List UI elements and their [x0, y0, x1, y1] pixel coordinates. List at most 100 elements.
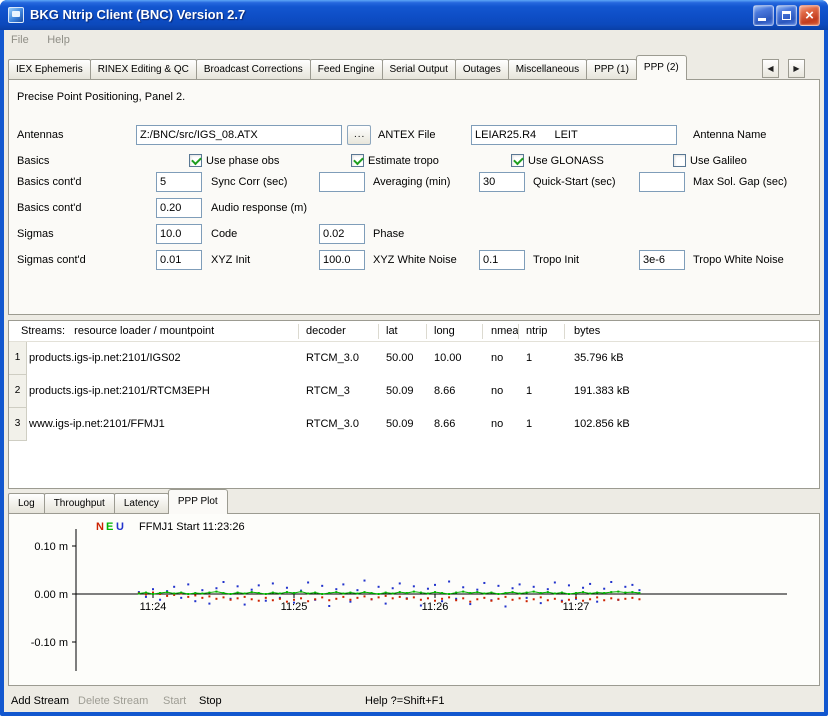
point-U — [187, 583, 189, 585]
tropo-white-noise-input[interactable] — [639, 250, 685, 270]
tab-broadcast-corrections[interactable]: Broadcast Corrections — [196, 59, 311, 79]
point-U — [307, 581, 309, 583]
point-N — [434, 600, 436, 602]
point-E — [378, 593, 380, 595]
tab-log[interactable]: Log — [8, 493, 45, 513]
tab-ppp-2[interactable]: PPP (2) — [636, 55, 687, 80]
sigma-code-input[interactable] — [156, 224, 202, 244]
client-area: File Help IEX Ephemeris RINEX Editing & … — [4, 30, 824, 712]
tab-scroll-right-button[interactable]: ▶ — [788, 59, 805, 78]
max-sol-gap-input[interactable] — [639, 172, 685, 192]
tropo-init-input[interactable] — [479, 250, 525, 270]
point-U — [342, 583, 344, 585]
tab-latency[interactable]: Latency — [114, 493, 169, 513]
point-N — [631, 597, 633, 599]
browse-button[interactable]: ... — [347, 125, 371, 145]
point-N — [519, 597, 521, 599]
point-E — [328, 592, 330, 594]
tab-serial-output[interactable]: Serial Output — [382, 59, 456, 79]
cell-lat: 50.00 — [386, 342, 414, 375]
close-button[interactable]: × — [799, 5, 820, 26]
point-U — [413, 585, 415, 587]
table-row[interactable]: products.igs-ip.net:2101/IGS02 RTCM_3.0 … — [9, 342, 819, 375]
point-U — [399, 582, 401, 584]
menu-file[interactable]: File — [4, 31, 36, 49]
tab-throughput[interactable]: Throughput — [44, 493, 115, 513]
bottom-tabbar: Log Throughput Latency PPP Plot — [8, 489, 228, 514]
point-U — [540, 602, 542, 604]
point-E — [244, 593, 246, 595]
point-N — [568, 599, 570, 601]
point-E — [173, 593, 175, 595]
point-E — [230, 593, 232, 595]
sigmas-row: Sigmas Code Phase — [9, 224, 819, 244]
xyz-white-noise-input[interactable] — [319, 250, 365, 270]
xyz-init-label: XYZ Init — [211, 250, 250, 270]
point-N — [223, 596, 225, 598]
use-galileo-checkbox[interactable] — [673, 154, 686, 167]
basics-row: Basics Use phase obs Estimate tropo Use … — [9, 151, 819, 171]
cell-mountpoint: products.igs-ip.net:2101/IGS02 — [29, 342, 181, 375]
menu-help[interactable]: Help — [40, 31, 77, 49]
sync-corr-input[interactable] — [156, 172, 202, 192]
point-U — [385, 603, 387, 605]
antenna-name-input[interactable] — [471, 125, 677, 145]
tab-scroll-left-button[interactable]: ◀ — [762, 59, 779, 78]
quick-start-input[interactable] — [479, 172, 525, 192]
delete-stream-button[interactable]: Delete Stream — [75, 690, 151, 712]
add-stream-button[interactable]: Add Stream — [8, 690, 72, 712]
point-E — [589, 593, 591, 595]
use-phase-obs-checkbox[interactable] — [189, 154, 202, 167]
tropo-white-noise-label: Tropo White Noise — [693, 250, 784, 270]
maximize-button[interactable] — [776, 5, 797, 26]
cell-lat: 50.09 — [386, 375, 414, 408]
point-E — [512, 591, 514, 593]
point-E — [596, 592, 598, 594]
tab-rinex-editing-qc[interactable]: RINEX Editing & QC — [90, 59, 197, 79]
header-separator — [518, 324, 519, 339]
app-icon — [8, 7, 24, 23]
antenna-name-label: Antenna Name — [693, 125, 766, 145]
app-window: BKG Ntrip Client (BNC) Version 2.7 × Fil… — [0, 0, 828, 716]
xyz-init-input[interactable] — [156, 250, 202, 270]
minimize-button[interactable] — [753, 5, 774, 26]
point-U — [526, 597, 528, 599]
sigma-phase-input[interactable] — [319, 224, 365, 244]
help-hint: Help ?=Shift+F1 — [365, 690, 445, 712]
use-glonass-checkbox[interactable] — [511, 154, 524, 167]
menubar: File Help — [4, 30, 824, 52]
point-E — [300, 591, 302, 593]
point-E — [462, 591, 464, 593]
audio-response-input[interactable] — [156, 198, 202, 218]
tab-ppp-plot[interactable]: PPP Plot — [168, 489, 228, 514]
antennas-label: Antennas — [17, 125, 63, 145]
audio-response-label: Audio response (m) — [211, 198, 307, 218]
left-arrow-icon: ◀ — [767, 64, 773, 73]
antex-file-input[interactable] — [136, 125, 342, 145]
stop-button[interactable]: Stop — [196, 690, 225, 712]
titlebar[interactable]: BKG Ntrip Client (BNC) Version 2.7 × — [0, 0, 828, 30]
table-row[interactable]: www.igs-ip.net:2101/FFMJ1 RTCM_3.0 50.09… — [9, 408, 819, 441]
point-N — [349, 599, 351, 601]
tab-rinex-ephemeris[interactable]: IEX Ephemeris — [8, 59, 91, 79]
column-header-ntrip: ntrip — [526, 321, 547, 341]
point-E — [610, 591, 612, 593]
table-row[interactable]: products.igs-ip.net:2101/RTCM3EPH RTCM_3… — [9, 375, 819, 408]
cell-nmea: no — [491, 408, 503, 441]
point-E — [582, 591, 584, 593]
point-U — [497, 585, 499, 587]
point-N — [321, 596, 323, 598]
cell-decoder: RTCM_3.0 — [306, 408, 359, 441]
point-E — [399, 591, 401, 593]
point-U — [582, 587, 584, 589]
tab-miscellaneous[interactable]: Miscellaneous — [508, 59, 587, 79]
tab-ppp-1[interactable]: PPP (1) — [586, 59, 637, 79]
point-E — [533, 591, 535, 593]
cell-long: 8.66 — [434, 408, 455, 441]
estimate-tropo-checkbox[interactable] — [351, 154, 364, 167]
tab-feed-engine[interactable]: Feed Engine — [310, 59, 383, 79]
averaging-input[interactable] — [319, 172, 365, 192]
start-button[interactable]: Start — [160, 690, 189, 712]
point-N — [371, 598, 373, 600]
tab-outages[interactable]: Outages — [455, 59, 509, 79]
